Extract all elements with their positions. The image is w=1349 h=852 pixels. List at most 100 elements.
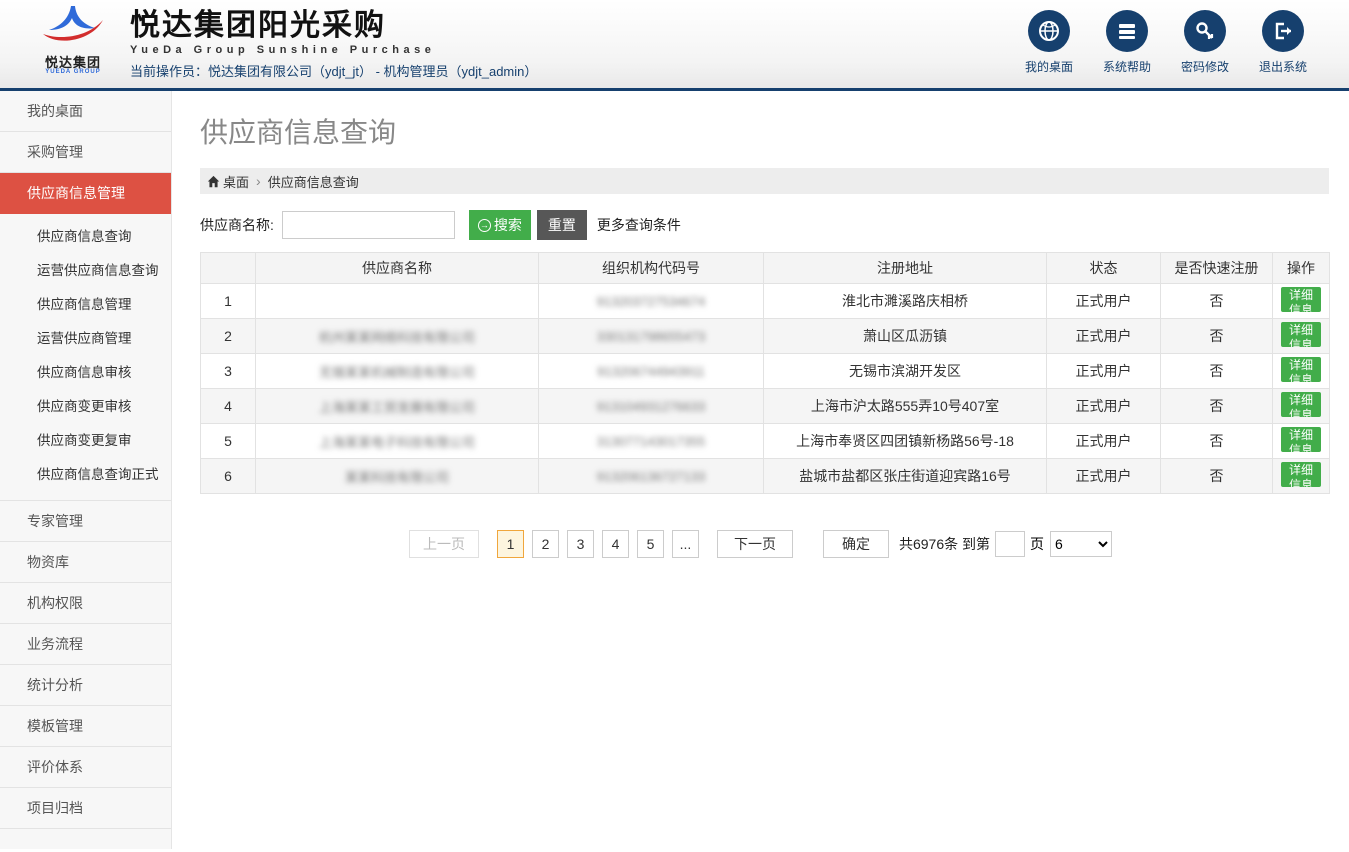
search-arrow-icon: → <box>478 219 491 232</box>
logout-button[interactable]: 退出系统 <box>1259 10 1307 75</box>
cell-quick-reg: 否 <box>1161 459 1273 494</box>
sidebar-item-procurement-mgmt[interactable]: 采购管理 <box>0 132 171 173</box>
detail-info-button[interactable]: 详细信息 <box>1281 322 1321 347</box>
breadcrumb-current: 供应商信息查询 <box>268 172 359 191</box>
sidebar-item-evaluation-system[interactable]: 评价体系 <box>0 747 171 788</box>
sidebar-item-expert-mgmt[interactable]: 专家管理 <box>0 501 171 542</box>
goto-page-input[interactable] <box>995 531 1025 557</box>
cell-address: 上海市沪太路555弄10号407室 <box>764 389 1047 424</box>
logo-cn-text: 悦达集团 <box>30 56 116 69</box>
logout-icon <box>1271 19 1295 43</box>
table-row: 1 913203727534674 淮北市濉溪路庆相桥 正式用户 否 详细信息 <box>201 284 1330 319</box>
sidebar-item-template-mgmt[interactable]: 模板管理 <box>0 706 171 747</box>
total-records-text: 共6976条 到第 <box>899 534 990 554</box>
detail-info-button[interactable]: 详细信息 <box>1281 287 1321 312</box>
cell-quick-reg: 否 <box>1161 389 1273 424</box>
search-button[interactable]: → 搜索 <box>469 210 531 240</box>
sidebar-sub-supplier-change-audit[interactable]: 供应商变更审核 <box>0 390 171 424</box>
globe-icon <box>1037 19 1061 43</box>
cell-index: 1 <box>201 284 256 319</box>
table-row: 4 上海某某工贸发展有限公司 913104931276633 上海市沪太路555… <box>201 389 1330 424</box>
sidebar-item-my-desktop[interactable]: 我的桌面 <box>0 91 171 132</box>
cell-status: 正式用户 <box>1047 389 1161 424</box>
page-size-select[interactable]: 6 <box>1050 531 1112 557</box>
logo-bird-icon <box>41 4 105 50</box>
cell-index: 4 <box>201 389 256 424</box>
sidebar-sub-supplier-info-query[interactable]: 供应商信息查询 <box>0 220 171 254</box>
page-title: 供应商信息查询 <box>200 111 1349 151</box>
page-button-3[interactable]: 3 <box>567 530 594 558</box>
pagination: 上一页 1 2 3 4 5 ... 下一页 确定 共6976条 到第 页 6 <box>172 530 1349 558</box>
sidebar-sub-operating-supplier-info-query[interactable]: 运营供应商信息查询 <box>0 254 171 288</box>
detail-info-button[interactable]: 详细信息 <box>1281 357 1321 382</box>
key-icon <box>1193 19 1217 43</box>
detail-info-button[interactable]: 详细信息 <box>1281 427 1321 452</box>
supplier-table: 供应商名称 组织机构代码号 注册地址 状态 是否快速注册 操作 1 913203… <box>200 252 1330 494</box>
col-status: 状态 <box>1047 253 1161 284</box>
sidebar: 我的桌面 采购管理 供应商信息管理 供应商信息查询 运营供应商信息查询 供应商信… <box>0 91 172 849</box>
page-ellipsis[interactable]: ... <box>672 530 699 558</box>
reset-button[interactable]: 重置 <box>537 210 587 240</box>
page-suffix-text: 页 <box>1030 534 1044 554</box>
sidebar-item-business-process[interactable]: 业务流程 <box>0 624 171 665</box>
page-button-5[interactable]: 5 <box>637 530 664 558</box>
logo-en-text: YUEDA GROUP <box>30 69 116 75</box>
sidebar-item-project-archive[interactable]: 项目归档 <box>0 788 171 829</box>
sidebar-sub-supplier-info-mgmt[interactable]: 供应商信息管理 <box>0 288 171 322</box>
cell-org-code-redacted: 913206136727133 <box>597 469 705 484</box>
change-password-button[interactable]: 密码修改 <box>1181 10 1229 75</box>
cell-org-code-redacted: 313077143017355 <box>597 434 705 449</box>
col-address: 注册地址 <box>764 253 1047 284</box>
sidebar-sub-supplier-change-review[interactable]: 供应商变更复审 <box>0 424 171 458</box>
cell-supplier-name-redacted: 上海某某电子科技有限公司 <box>319 435 475 450</box>
page-button-1[interactable]: 1 <box>497 530 524 558</box>
cell-org-code-redacted: 330131798655473 <box>597 329 705 344</box>
page-button-4[interactable]: 4 <box>602 530 629 558</box>
cell-supplier-name-redacted: 无锡某某机械制造有限公司 <box>319 365 475 380</box>
col-supplier-name: 供应商名称 <box>256 253 539 284</box>
col-action: 操作 <box>1273 253 1330 284</box>
sidebar-sub-supplier-info-query-formal[interactable]: 供应商信息查询正式 <box>0 458 171 492</box>
system-help-button[interactable]: 系统帮助 <box>1103 10 1151 75</box>
confirm-page-button[interactable]: 确定 <box>823 530 889 558</box>
company-logo: 悦达集团 YUEDA GROUP <box>30 4 116 75</box>
sidebar-sub-operating-supplier-mgmt[interactable]: 运营供应商管理 <box>0 322 171 356</box>
more-criteria-link[interactable]: 更多查询条件 <box>597 215 681 235</box>
table-row: 6 某某科技有限公司 913206136727133 盐城市盐都区张庄街道迎宾路… <box>201 459 1330 494</box>
header-quick-links: 我的桌面 系统帮助 密码修改 退出系统 <box>1025 0 1307 75</box>
breadcrumb: 桌面 › 供应商信息查询 <box>200 168 1329 194</box>
next-page-button[interactable]: 下一页 <box>717 530 793 558</box>
cell-address: 淮北市濉溪路庆相桥 <box>764 284 1047 319</box>
breadcrumb-home-link[interactable]: 桌面 <box>223 172 249 191</box>
sidebar-sub-supplier-info-audit[interactable]: 供应商信息审核 <box>0 356 171 390</box>
cell-status: 正式用户 <box>1047 319 1161 354</box>
cell-status: 正式用户 <box>1047 459 1161 494</box>
cell-quick-reg: 否 <box>1161 424 1273 459</box>
sidebar-item-org-permissions[interactable]: 机构权限 <box>0 583 171 624</box>
table-row: 3 无锡某某机械制造有限公司 913206744943911 无锡市滨湖开发区 … <box>201 354 1330 389</box>
cell-quick-reg: 否 <box>1161 319 1273 354</box>
supplier-name-input[interactable] <box>282 211 455 239</box>
prev-page-button[interactable]: 上一页 <box>409 530 479 558</box>
table-row: 2 杭州某某网络科技有限公司 330131798655473 萧山区瓜沥镇 正式… <box>201 319 1330 354</box>
sidebar-item-supplier-info-mgmt[interactable]: 供应商信息管理 <box>0 173 171 214</box>
cell-org-code-redacted: 913203727534674 <box>597 294 705 309</box>
cell-index: 5 <box>201 424 256 459</box>
detail-info-button[interactable]: 详细信息 <box>1281 462 1321 487</box>
col-index <box>201 253 256 284</box>
cell-quick-reg: 否 <box>1161 284 1273 319</box>
sidebar-item-material-library[interactable]: 物资库 <box>0 542 171 583</box>
page-button-2[interactable]: 2 <box>532 530 559 558</box>
cell-address: 上海市奉贤区四团镇新杨路56号-18 <box>764 424 1047 459</box>
cell-supplier-name-redacted: 杭州某某网络科技有限公司 <box>319 330 475 345</box>
cell-org-code-redacted: 913104931276633 <box>597 399 705 414</box>
help-stack-icon <box>1115 19 1139 43</box>
app-title: 悦达集团阳光采购 <box>130 10 537 42</box>
cell-quick-reg: 否 <box>1161 354 1273 389</box>
cell-index: 6 <box>201 459 256 494</box>
sidebar-item-statistics[interactable]: 统计分析 <box>0 665 171 706</box>
cell-address: 盐城市盐都区张庄街道迎宾路16号 <box>764 459 1047 494</box>
detail-info-button[interactable]: 详细信息 <box>1281 392 1321 417</box>
my-desktop-button[interactable]: 我的桌面 <box>1025 10 1073 75</box>
main-content: 供应商信息查询 桌面 › 供应商信息查询 供应商名称: → 搜索 重置 更多查询… <box>172 91 1349 849</box>
